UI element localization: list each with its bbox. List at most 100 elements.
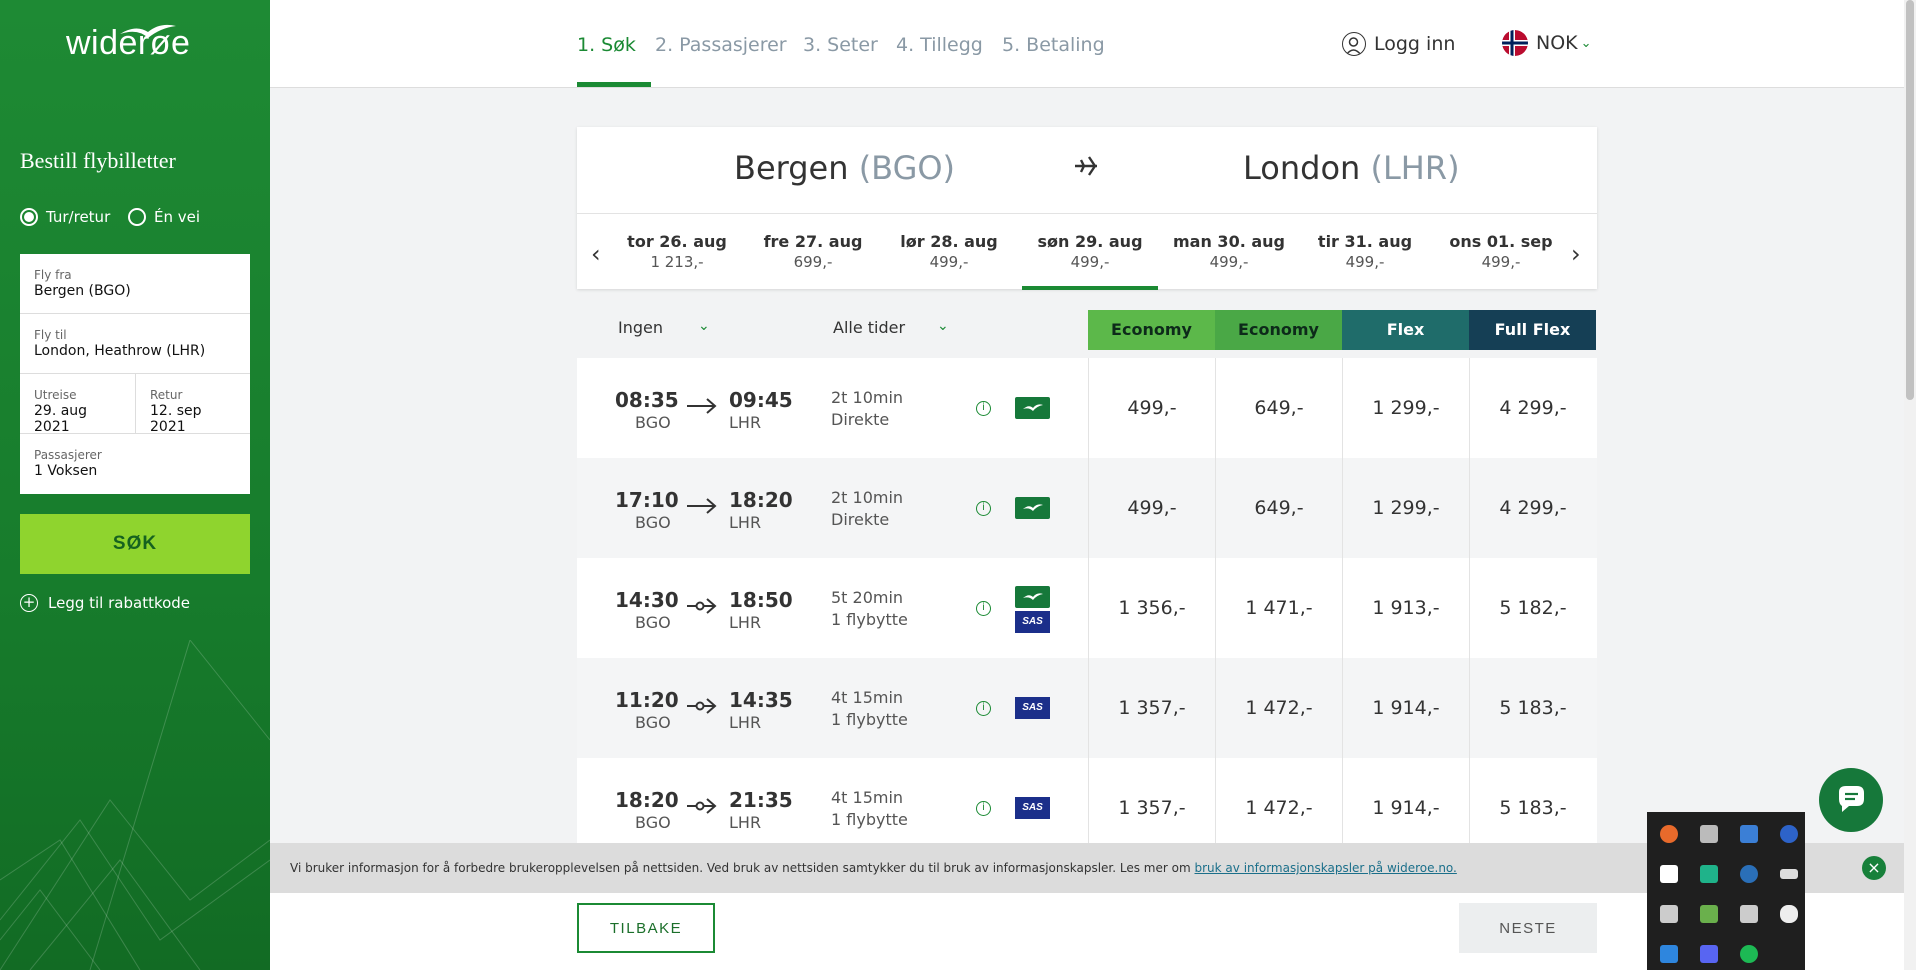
flight-row[interactable]: 11:20 BGO 14:35 LHR 4t 15min 1 flybytte … (577, 658, 1597, 758)
info-icon[interactable]: i (976, 501, 991, 516)
price-full-flex[interactable]: 4 299,- (1469, 458, 1596, 558)
price-economy-light[interactable]: 499,- (1088, 458, 1215, 558)
fare-economy-light[interactable]: Economy Light (1088, 310, 1215, 379)
flight-duration: 4t 15min (831, 688, 904, 707)
field-value: 12. sep 2021 (150, 403, 202, 435)
return-date-field[interactable]: Retur 12. sep 2021 (136, 374, 250, 435)
price-full-flex[interactable]: 5 183,- (1469, 658, 1596, 758)
onedrive-icon[interactable] (1780, 905, 1798, 923)
date-option[interactable]: tir 31. aug 499,- (1297, 214, 1433, 290)
close-icon[interactable]: × (1862, 856, 1886, 880)
system-tray-popup (1647, 812, 1805, 970)
price-flex[interactable]: 1 299,- (1342, 458, 1469, 558)
step-seats[interactable]: 3. Seter (803, 34, 878, 56)
price-full-flex[interactable]: 4 299,- (1469, 358, 1596, 458)
passengers-field[interactable]: Passasjerer 1 Voksen (20, 434, 250, 494)
radio-icon[interactable] (128, 208, 146, 226)
fare-flex[interactable]: Flex (1342, 310, 1469, 350)
chevron-right-icon[interactable]: › (1571, 240, 1581, 268)
fare-full-flex[interactable]: Full Flex (1469, 310, 1596, 350)
steam-icon[interactable] (1740, 865, 1758, 883)
display-icon[interactable] (1700, 905, 1718, 923)
discord-icon[interactable] (1700, 945, 1718, 963)
price-flex[interactable]: 1 913,- (1342, 558, 1469, 658)
flight-duration: 5t 20min (831, 588, 904, 607)
arrival-code: LHR (729, 813, 762, 832)
flight-stops: 1 flybytte (831, 810, 908, 829)
step-passengers[interactable]: 2. Passasjerer (655, 34, 787, 56)
price-flex[interactable]: 1 299,- (1342, 358, 1469, 458)
spotify-icon[interactable] (1740, 945, 1758, 963)
departure-time: 11:20 (615, 688, 679, 712)
date-option[interactable]: man 30. aug 499,- (1161, 214, 1297, 290)
volume-icon[interactable] (1660, 905, 1678, 923)
price-full-flex[interactable]: 5 182,- (1469, 558, 1596, 658)
price-economy[interactable]: 1 471,- (1215, 558, 1342, 658)
date-option-selected[interactable]: søn 29. aug 499,- (1022, 214, 1158, 290)
step-extras[interactable]: 4. Tillegg (896, 34, 983, 56)
date-option[interactable]: fre 27. aug 699,- (745, 214, 881, 290)
step-search[interactable]: 1. Søk (577, 34, 636, 56)
scrollbar-thumb[interactable] (1906, 0, 1914, 400)
app-icon[interactable] (1740, 825, 1758, 843)
price-economy-light[interactable]: 499,- (1088, 358, 1215, 458)
date-option[interactable]: ons 01. sep 499,- (1433, 214, 1569, 290)
chevron-left-icon[interactable]: ‹ (591, 240, 601, 268)
stops-filter[interactable]: Ingen (618, 318, 663, 337)
wideroe-airline-icon (1015, 586, 1050, 608)
next-button[interactable]: NESTE (1459, 903, 1597, 953)
price-economy-light[interactable]: 1 357,- (1088, 658, 1215, 758)
radio-one-way[interactable]: Én vei (128, 208, 200, 226)
currency-selector[interactable]: NOK ⌄ (1502, 30, 1592, 56)
step-payment[interactable]: 5. Betaling (1002, 34, 1105, 56)
price-economy[interactable]: 1 472,- (1215, 658, 1342, 758)
fare-economy[interactable]: Economy (1215, 310, 1342, 350)
flight-stops: Direkte (831, 410, 890, 429)
arrival-code: LHR (729, 413, 762, 432)
origin-city-name: Bergen (734, 149, 849, 187)
plane-icon (1075, 156, 1097, 176)
price-economy[interactable]: 649,- (1215, 458, 1342, 558)
date-price: 499,- (1345, 253, 1385, 271)
chevron-down-icon[interactable]: ⌄ (698, 318, 710, 334)
snipping-tool-icon[interactable] (1700, 825, 1718, 843)
bluetooth-icon[interactable] (1780, 825, 1798, 843)
cookie-text-container: Vi bruker informasjon for å forbedre bru… (290, 861, 1457, 875)
search-button[interactable]: SØK (20, 514, 250, 574)
flight-row[interactable]: 17:10 BGO 18:20 LHR 2t 10min Direkte i 4… (577, 458, 1597, 558)
cookie-link[interactable]: bruk av informasjonskapsler på wideroe.n… (1195, 861, 1457, 875)
price-economy[interactable]: 649,- (1215, 358, 1342, 458)
date-label: ons 01. sep (1449, 232, 1553, 251)
time-filter[interactable]: Alle tider (833, 318, 905, 337)
vpn-icon[interactable] (1660, 825, 1678, 843)
info-icon[interactable]: i (976, 401, 991, 416)
radio-round-trip[interactable]: Tur/retur (20, 208, 110, 226)
wifi-icon[interactable] (1740, 905, 1758, 923)
from-field[interactable]: Fly fra Bergen (BGO) (20, 254, 250, 314)
security-shield-icon[interactable] (1660, 865, 1678, 883)
radio-icon[interactable] (20, 208, 38, 226)
date-option[interactable]: tor 26. aug 1 213,- (609, 214, 745, 290)
back-button[interactable]: TILBAKE (577, 903, 715, 953)
shield-icon[interactable] (1660, 945, 1678, 963)
stopover-arrow-icon (687, 598, 717, 614)
chevron-down-icon[interactable]: ⌄ (937, 318, 949, 334)
info-icon[interactable]: i (976, 601, 991, 616)
page-scrollbar[interactable] (1904, 0, 1916, 970)
battery-icon[interactable] (1780, 869, 1798, 879)
depart-date-field[interactable]: Utreise 29. aug 2021 (20, 374, 136, 435)
date-option[interactable]: lør 28. aug 499,- (881, 214, 1017, 290)
login-button[interactable]: Logg inn (1342, 32, 1455, 56)
flight-row[interactable]: 14:30 BGO 18:50 LHR 5t 20min 1 flybytte … (577, 558, 1597, 658)
chat-button[interactable] (1819, 768, 1883, 832)
price-economy-light[interactable]: 1 356,- (1088, 558, 1215, 658)
flight-stops: Direkte (831, 510, 890, 529)
price-flex[interactable]: 1 914,- (1342, 658, 1469, 758)
to-field[interactable]: Fly til London, Heathrow (LHR) (20, 314, 250, 374)
flight-row[interactable]: 08:35 BGO 09:45 LHR 2t 10min Direkte i 4… (577, 358, 1597, 458)
nvidia-icon[interactable] (1700, 865, 1718, 883)
add-discount-code-link[interactable]: + Legg til rabattkode (20, 594, 190, 612)
info-icon[interactable]: i (976, 701, 991, 716)
info-icon[interactable]: i (976, 801, 991, 816)
plus-icon: + (20, 594, 38, 612)
